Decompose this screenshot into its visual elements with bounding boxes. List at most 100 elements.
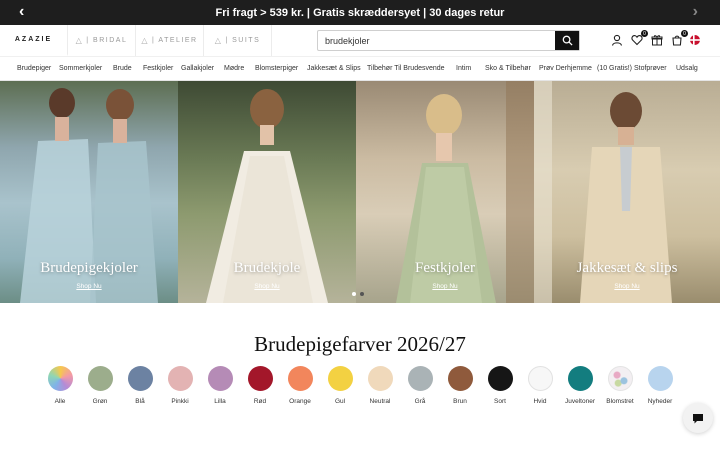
hero-title: Brudekjole xyxy=(233,260,301,276)
color-swatch[interactable]: Brun xyxy=(440,366,480,405)
color-label: Juveltoner xyxy=(565,398,595,405)
carousel-dot[interactable] xyxy=(360,292,364,296)
color-dot xyxy=(287,366,313,391)
color-swatch[interactable]: Lilla xyxy=(200,366,240,405)
color-swatch[interactable]: Juveltoner xyxy=(560,366,600,405)
color-swatch[interactable]: Blomstret xyxy=(600,366,640,405)
color-dot xyxy=(367,366,393,391)
colors-section-title: Brudepigefarver 2026/27 xyxy=(254,332,466,356)
search-icon xyxy=(562,35,573,46)
color-dot xyxy=(127,366,153,391)
color-dot xyxy=(607,366,633,391)
color-label: Brun xyxy=(453,398,467,405)
color-dot xyxy=(527,366,553,391)
nav-item-brude[interactable]: Brude xyxy=(113,65,132,72)
color-dot xyxy=(247,366,273,391)
color-swatch[interactable]: Sort xyxy=(480,366,520,405)
cart-count-badge: 0 xyxy=(681,30,688,37)
shop-now-link[interactable]: Shop Nu xyxy=(356,283,534,290)
chevron-left-icon[interactable]: ‹ xyxy=(19,3,24,21)
color-dot xyxy=(487,366,513,391)
color-swatch[interactable]: Nyheder xyxy=(640,366,680,405)
brand-tab-azazie[interactable]: AZAZIE xyxy=(0,25,68,56)
chat-bubble-icon xyxy=(693,413,703,423)
color-dot xyxy=(47,366,73,391)
nav-item-sommerkjoler[interactable]: Sommerkjoler xyxy=(59,65,102,72)
hero-carousel: Brudepigekjoler Shop Nu Brudekjole Shop … xyxy=(0,81,720,303)
nav-item-stofprover[interactable]: (10 Gratis!) Stofprøver xyxy=(597,65,667,72)
color-swatch[interactable]: Orange xyxy=(280,366,320,405)
color-label: Hvid xyxy=(533,398,547,405)
color-swatch[interactable]: Alle xyxy=(40,366,80,405)
color-label: Blå xyxy=(135,398,145,405)
brand-label: | BRIDAL xyxy=(86,37,128,44)
nav-item-blomsterpiger[interactable]: Blomsterpiger xyxy=(255,65,298,72)
color-swatch[interactable]: Pinkki xyxy=(160,366,200,405)
brand-label: AZAZIE xyxy=(14,36,53,43)
gift-icon xyxy=(651,35,663,46)
nav-item-festkjoler[interactable]: Festkjoler xyxy=(143,65,173,72)
hero-panel-suits[interactable]: Jakkesæt & slips Shop Nu xyxy=(534,81,720,303)
nav-item-jakkesaet[interactable]: Jakkesæt & Slips xyxy=(307,65,361,72)
nav-item-tilbehor-brudesvende[interactable]: Tilbehør Til Brudesvende xyxy=(367,65,445,72)
color-swatch[interactable]: Blå xyxy=(120,366,160,405)
nav-item-intim[interactable]: Intim xyxy=(456,65,471,72)
wishlist-button[interactable]: 0 xyxy=(630,30,648,47)
color-swatch[interactable]: Grå xyxy=(400,366,440,405)
promo-bar: ‹ Fri fragt > 539 kr. | Gratis skrædders… xyxy=(0,0,720,25)
color-swatch[interactable]: Grøn xyxy=(80,366,120,405)
carousel-dots xyxy=(352,292,364,296)
color-dot xyxy=(327,366,353,391)
shop-now-link[interactable]: Shop Nu xyxy=(0,283,178,290)
brand-tab-suits[interactable]: △ | SUITS xyxy=(204,25,272,56)
color-label: Sort xyxy=(494,398,506,405)
azazie-monogram-icon: △ xyxy=(141,36,150,45)
hero-panel-bridesmaid[interactable]: Brudepigekjoler Shop Nu xyxy=(0,81,178,303)
shop-now-link[interactable]: Shop Nu xyxy=(534,283,720,290)
nav-item-modre[interactable]: Mødre xyxy=(224,65,244,72)
nav-item-prov-derhjemme[interactable]: Prøv Derhjemme xyxy=(539,65,592,72)
color-swatch[interactable]: Hvid xyxy=(520,366,560,405)
nav-item-sko-tilbehor[interactable]: Sko & Tilbehør xyxy=(485,65,531,72)
hero-title: Festkjoler xyxy=(415,260,475,276)
gift-button[interactable] xyxy=(650,33,664,47)
brand-tab-atelier[interactable]: △ | ATELIER xyxy=(136,25,204,56)
color-dot xyxy=(207,366,233,391)
search-input[interactable] xyxy=(318,31,555,50)
search-button[interactable] xyxy=(555,31,579,50)
hero-title: Brudepigekjoler xyxy=(40,260,138,276)
color-label: Pinkki xyxy=(171,398,189,405)
chevron-right-icon[interactable]: › xyxy=(693,3,698,21)
color-dot xyxy=(567,366,593,391)
color-label: Orange xyxy=(289,398,311,405)
hero-panel-party[interactable]: Festkjoler Shop Nu xyxy=(356,81,534,303)
chat-button[interactable] xyxy=(683,403,713,433)
color-label: Nyheder xyxy=(647,398,673,405)
nav-item-brudepiger[interactable]: Brudepiger xyxy=(17,65,51,72)
country-selector[interactable] xyxy=(689,34,701,46)
hero-panel-wedding[interactable]: Brudekjole Shop Nu xyxy=(178,81,356,303)
azazie-monogram-icon: △ xyxy=(75,36,84,45)
account-button[interactable] xyxy=(610,33,624,47)
color-swatch[interactable]: Rød xyxy=(240,366,280,405)
shop-now-link[interactable]: Shop Nu xyxy=(178,283,356,290)
site-header: AZAZIE △ | BRIDAL △ | ATELIER △ | SUITS … xyxy=(0,25,720,56)
nav-item-udsalg[interactable]: Udsalg xyxy=(676,65,698,72)
color-swatches: Alle Grøn Blå Pinkki Lilla Rød Orange Gul Neutra… xyxy=(40,366,682,408)
color-label: Lilla xyxy=(214,398,226,405)
color-label: Grøn xyxy=(92,398,108,405)
carousel-dot-active[interactable] xyxy=(352,292,356,296)
color-dot xyxy=(647,366,673,391)
cart-button[interactable]: 0 xyxy=(670,30,688,47)
wishlist-count-badge: 0 xyxy=(641,30,648,37)
color-swatch[interactable]: Neutral xyxy=(360,366,400,405)
color-swatch[interactable]: Gul xyxy=(320,366,360,405)
promo-text: Fri fragt > 539 kr. | Gratis skræddersye… xyxy=(215,6,505,19)
brand-tab-bridal[interactable]: △ | BRIDAL xyxy=(68,25,136,56)
brand-label: | ATELIER xyxy=(152,37,198,44)
color-label: Neutral xyxy=(369,398,391,405)
user-icon xyxy=(611,34,623,46)
nav-item-gallakjoler[interactable]: Gallakjoler xyxy=(181,65,214,72)
color-dot xyxy=(167,366,193,391)
color-label: Grå xyxy=(414,398,426,405)
